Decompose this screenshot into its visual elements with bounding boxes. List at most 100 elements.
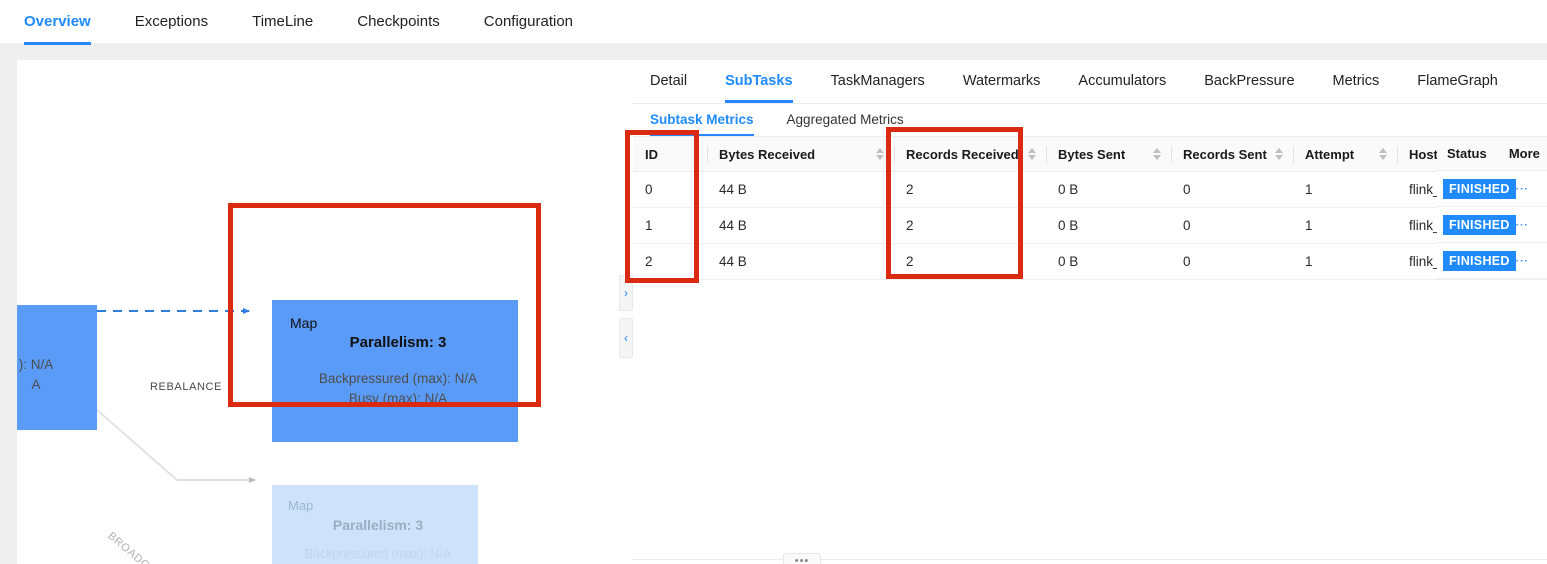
graph-node-map-faded-backpressured: Backpressured (max): N/A xyxy=(304,547,452,561)
column-header-status[interactable]: Status xyxy=(1437,146,1509,161)
column-header-records-received[interactable]: Records Received xyxy=(894,136,1046,172)
primary-tab-list: Overview Exceptions TimeLine Checkpoints… xyxy=(0,0,1547,45)
graph-node-map-metrics: Backpressured (max): N/A Busy (max): N/A xyxy=(290,369,506,409)
graph-node-map-faded[interactable]: Map Parallelism: 3 Backpressured (max): … xyxy=(272,485,478,564)
cell-attempt: 1 xyxy=(1293,207,1397,244)
sort-toggle-attempt[interactable] xyxy=(1379,148,1387,160)
detail-tab-backpressure[interactable]: BackPressure xyxy=(1204,60,1294,103)
cell-id: 1 xyxy=(633,207,707,244)
column-header-more[interactable]: More xyxy=(1509,146,1547,161)
column-divider xyxy=(1397,146,1398,163)
cell-records-received: 2 xyxy=(894,243,1046,280)
graph-node-map-busy: Busy (max): N/A xyxy=(348,391,448,406)
column-divider xyxy=(894,146,895,163)
graph-node-map-faded-metrics: Backpressured (max): N/A Busy (max): N/A xyxy=(288,545,468,564)
column-header-id[interactable]: ID xyxy=(633,136,707,172)
panel-bottom-divider xyxy=(633,559,1547,560)
row-more-actions-button[interactable]: ⋯ xyxy=(1511,253,1547,269)
sub-tab-subtask-metrics[interactable]: Subtask Metrics xyxy=(650,105,754,136)
detail-tab-taskmanagers[interactable]: TaskManagers xyxy=(831,60,925,103)
status-badge-cell: FINISHED xyxy=(1437,178,1516,199)
flink-job-overview-page: Overview Exceptions TimeLine Checkpoints… xyxy=(0,0,1547,564)
cell-id: 2 xyxy=(633,243,707,280)
table-row[interactable]: 2 44 B 2 0 B 0 1 flink_tas xyxy=(633,243,1547,280)
row-more-actions-button[interactable]: ⋯ xyxy=(1511,181,1547,197)
status-badge-cell: FINISHED xyxy=(1437,214,1516,235)
detail-tab-metrics[interactable]: Metrics xyxy=(1333,60,1380,103)
column-header-bytes-received-label: Bytes Received xyxy=(719,146,816,162)
graph-node-source-metrics: ): N/A A xyxy=(17,355,85,395)
status-badge: FINISHED xyxy=(1443,178,1516,199)
graph-node-source-busy: A xyxy=(31,377,41,392)
sort-toggle-records-received[interactable] xyxy=(1028,148,1036,160)
graph-node-map-name: Map xyxy=(290,315,318,331)
primary-tab-bar: Overview Exceptions TimeLine Checkpoints… xyxy=(0,0,1547,45)
cell-bytes-sent: 0 B xyxy=(1046,243,1171,280)
column-divider xyxy=(707,146,708,163)
column-header-attempt[interactable]: Attempt xyxy=(1293,136,1397,172)
subtask-table-scroll-area[interactable]: ID Bytes Received Records Received Bytes… xyxy=(633,136,1547,564)
detail-tab-accumulators[interactable]: Accumulators xyxy=(1078,60,1166,103)
job-graph-canvas[interactable]: urce ): N/A A Map Parallelism: 3 Backpre… xyxy=(17,60,633,564)
status-badge: FINISHED xyxy=(1443,214,1516,235)
graph-node-map-faded-parallelism: Parallelism: 3 xyxy=(332,517,424,533)
cell-attempt: 1 xyxy=(1293,171,1397,208)
cell-bytes-sent: 0 B xyxy=(1046,171,1171,208)
graph-node-map-selected[interactable]: Map Parallelism: 3 Backpressured (max): … xyxy=(272,300,518,442)
subtask-sub-tab-list: Subtask Metrics Aggregated Metrics xyxy=(633,104,1547,136)
detail-tab-watermarks[interactable]: Watermarks xyxy=(963,60,1041,103)
chevron-right-icon[interactable]: › xyxy=(619,275,633,311)
tab-checkpoints[interactable]: Checkpoints xyxy=(357,0,440,43)
column-header-id-label: ID xyxy=(645,146,658,162)
detail-tab-detail[interactable]: Detail xyxy=(650,60,687,103)
column-header-bytes-sent[interactable]: Bytes Sent xyxy=(1046,136,1171,172)
sort-toggle-bytes-received[interactable] xyxy=(876,148,884,160)
tab-configuration[interactable]: Configuration xyxy=(484,0,573,43)
chevron-left-icon[interactable]: ‹ xyxy=(619,318,633,358)
detail-tab-flamegraph[interactable]: FlameGraph xyxy=(1417,60,1498,103)
edge-label-rebalance: REBALANCE xyxy=(150,381,223,393)
graph-node-map-faded-name: Map xyxy=(288,498,314,513)
cell-records-received: 2 xyxy=(894,207,1046,244)
graph-node-source-name: urce xyxy=(17,319,85,337)
graph-node-source-backpressured: ): N/A xyxy=(18,357,54,372)
sort-toggle-bytes-sent[interactable] xyxy=(1153,148,1161,160)
subtasks-detail-panel: Detail SubTasks TaskManagers Watermarks … xyxy=(633,60,1547,564)
cell-attempt: 1 xyxy=(1293,243,1397,280)
row-more-actions-button[interactable]: ⋯ xyxy=(1511,217,1547,233)
column-header-attempt-label: Attempt xyxy=(1305,146,1355,162)
tab-overview[interactable]: Overview xyxy=(24,0,91,45)
cell-bytes-received: 44 B xyxy=(707,207,894,244)
column-header-bytes-sent-label: Bytes Sent xyxy=(1058,146,1126,162)
column-header-records-received-label: Records Received xyxy=(906,146,1019,162)
detail-tab-list: Detail SubTasks TaskManagers Watermarks … xyxy=(633,60,1547,104)
cell-records-sent: 0 xyxy=(1171,243,1293,280)
tab-exceptions[interactable]: Exceptions xyxy=(135,0,208,43)
cell-bytes-received: 44 B xyxy=(707,243,894,280)
graph-node-map-backpressured: Backpressured (max): N/A xyxy=(318,371,478,386)
subtask-table: ID Bytes Received Records Received Bytes… xyxy=(633,136,1547,280)
cell-records-sent: 0 xyxy=(1171,207,1293,244)
sub-tab-aggregated-metrics[interactable]: Aggregated Metrics xyxy=(787,105,904,135)
column-divider xyxy=(1171,146,1172,163)
column-header-records-sent[interactable]: Records Sent xyxy=(1171,136,1293,172)
cell-records-received: 2 xyxy=(894,171,1046,208)
detail-tab-subtasks[interactable]: SubTasks xyxy=(725,60,793,103)
job-graph-panel[interactable]: urce ): N/A A Map Parallelism: 3 Backpre… xyxy=(17,60,633,564)
panel-resize-handle[interactable]: ••• xyxy=(783,553,821,564)
table-header-row: ID Bytes Received Records Received Bytes… xyxy=(633,136,1547,172)
column-divider xyxy=(1293,146,1294,163)
tab-timeline[interactable]: TimeLine xyxy=(252,0,313,43)
sticky-row: FINISHED ⋯ xyxy=(1437,171,1547,207)
sticky-row: FINISHED ⋯ xyxy=(1437,243,1547,279)
column-divider xyxy=(1046,146,1047,163)
sticky-row: FINISHED ⋯ xyxy=(1437,207,1547,243)
table-row[interactable]: 1 44 B 2 0 B 0 1 flink_tas xyxy=(633,207,1547,244)
table-row[interactable]: 0 44 B 2 0 B 0 1 flink_tas xyxy=(633,171,1547,208)
graph-node-map-parallelism: Parallelism: 3 xyxy=(349,334,447,351)
sticky-header-row: Status More xyxy=(1437,136,1547,171)
column-header-bytes-received[interactable]: Bytes Received xyxy=(707,136,894,172)
status-badge-cell: FINISHED xyxy=(1437,250,1516,271)
sort-toggle-records-sent[interactable] xyxy=(1275,148,1283,160)
graph-node-source[interactable]: urce ): N/A A xyxy=(17,305,97,430)
